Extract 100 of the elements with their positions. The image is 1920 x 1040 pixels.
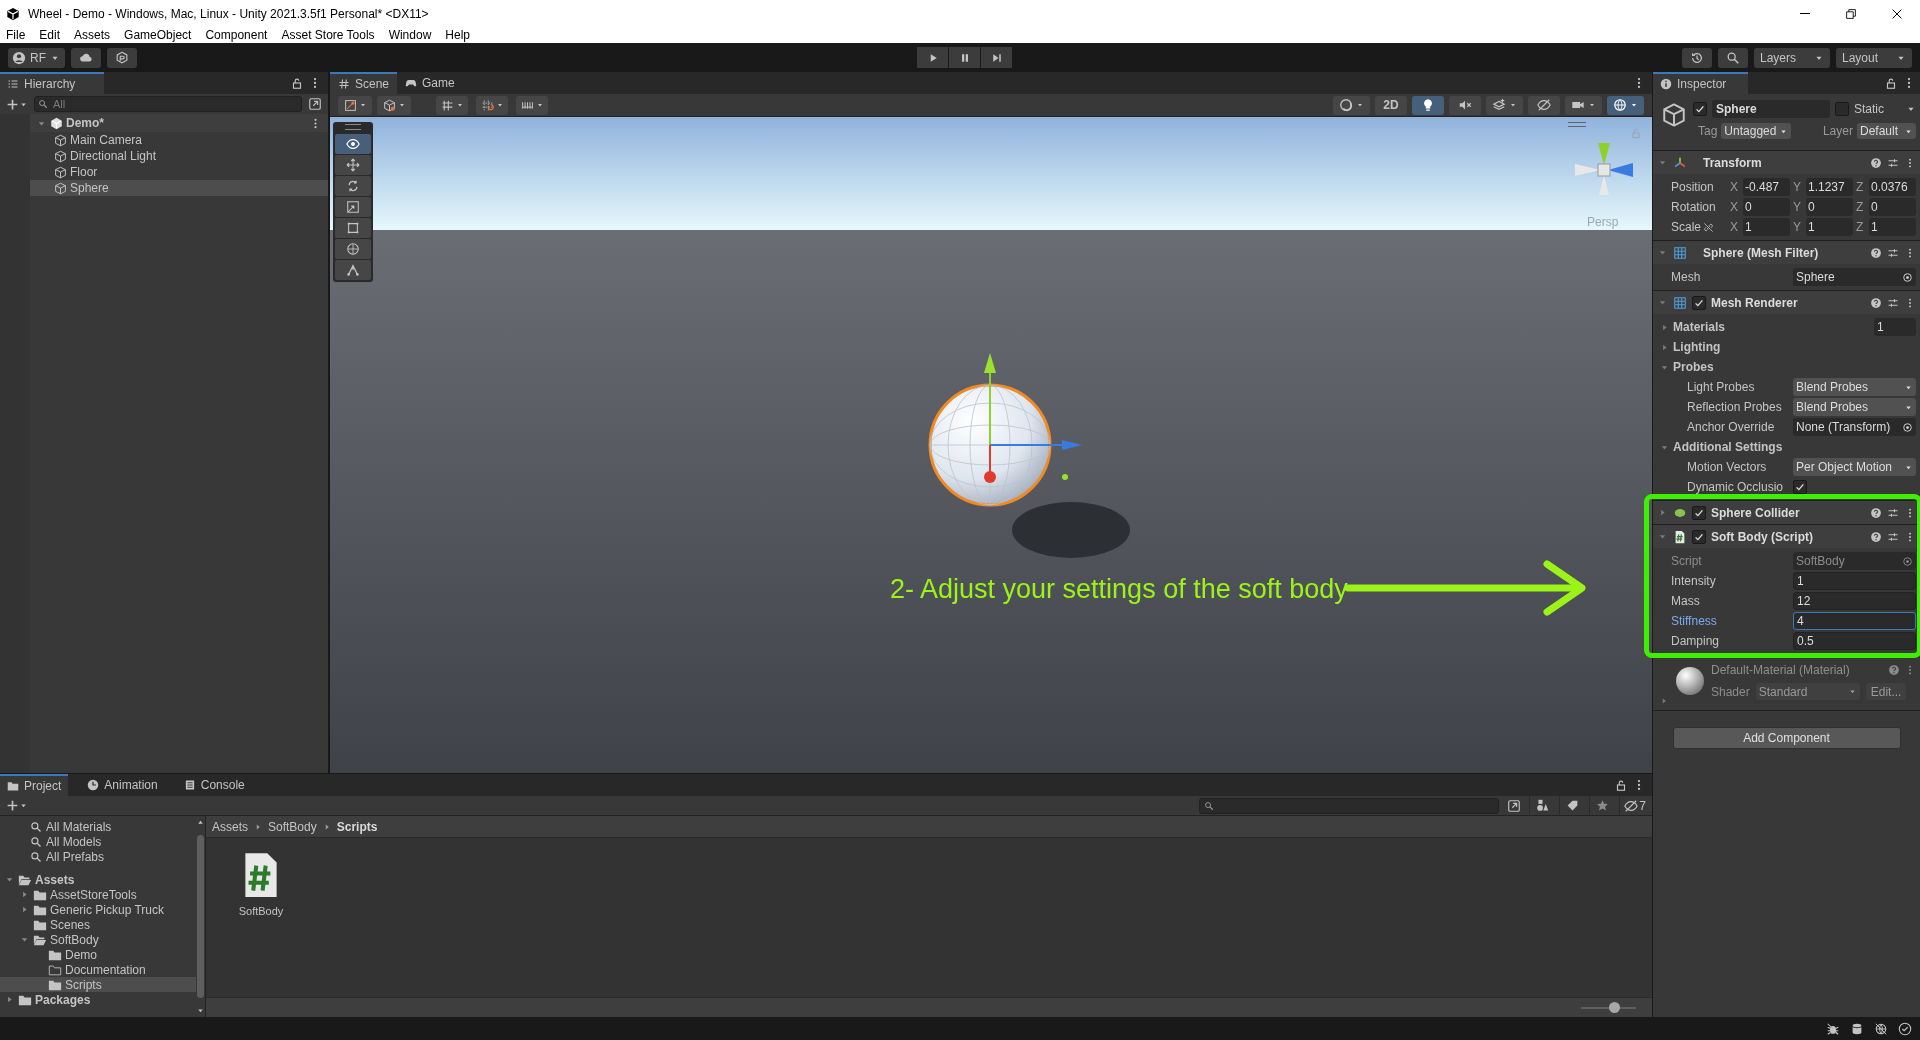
folder-item[interactable]: Packages	[0, 992, 196, 1007]
hierarchy-item[interactable]: Directional Light	[30, 148, 328, 164]
sliders-icon[interactable]	[1887, 506, 1899, 519]
help-icon[interactable]	[1870, 296, 1882, 309]
lock-icon[interactable]	[1884, 76, 1898, 90]
network-off-icon[interactable]	[1874, 1021, 1888, 1036]
lock-icon[interactable]	[290, 76, 304, 90]
2d-toggle-button[interactable]: 2D	[1375, 95, 1407, 115]
hidden-packages-button[interactable]: 7	[1619, 795, 1646, 816]
menu-item[interactable]: Edit	[39, 27, 61, 43]
layers-dropdown[interactable]: Layers	[1754, 47, 1830, 68]
input-field[interactable]: 1.1237	[1806, 178, 1853, 196]
input-field[interactable]: 1	[1806, 218, 1853, 236]
menu-item[interactable]: Window	[388, 27, 432, 43]
move-tool-button[interactable]	[335, 155, 371, 175]
breadcrumb-item[interactable]: Scripts	[336, 817, 378, 836]
grid-snapping-button[interactable]	[436, 95, 468, 115]
open-window-icon[interactable]	[1507, 798, 1522, 813]
input-field[interactable]: -0.487	[1743, 178, 1790, 196]
menu-item[interactable]: Asset Store Tools	[281, 27, 375, 43]
effects-toggle-button[interactable]	[1486, 95, 1523, 115]
tab[interactable]: Scene	[330, 72, 398, 94]
rotate-tool-button[interactable]	[335, 176, 371, 196]
input-field[interactable]: 1	[1874, 318, 1916, 336]
search-field[interactable]	[1199, 797, 1500, 814]
help-icon[interactable]	[1870, 530, 1882, 543]
name-field[interactable]: Sphere	[1712, 100, 1830, 118]
help-icon[interactable]	[1870, 506, 1882, 519]
input-field[interactable]: 1	[1793, 572, 1916, 590]
cloud-button[interactable]	[71, 47, 101, 68]
input-field[interactable]: 12	[1793, 592, 1916, 610]
foldout[interactable]: Additional Settings	[1659, 438, 1783, 456]
custom-tool-button[interactable]	[335, 260, 371, 280]
transform-tool-button[interactable]	[335, 239, 371, 259]
input-field[interactable]: 0.5	[1793, 632, 1916, 650]
asset-name[interactable]: SoftBody	[238, 903, 284, 920]
open-window-icon[interactable]	[308, 97, 322, 111]
checkbox[interactable]	[1835, 102, 1849, 116]
input-field[interactable]: 1	[1869, 218, 1916, 236]
account-dropdown[interactable]: RF	[8, 47, 65, 68]
rect-tool-button[interactable]	[335, 218, 371, 238]
hierarchy-item[interactable]: Main Camera	[30, 132, 328, 148]
collaborate-button[interactable]	[107, 47, 137, 68]
scroll-up-arrow-icon[interactable]	[196, 818, 205, 827]
debug-off-icon[interactable]	[1826, 1021, 1840, 1036]
check-circle-icon[interactable]	[1898, 1021, 1912, 1036]
view-tool-button[interactable]	[335, 134, 371, 154]
checkbox[interactable]	[1693, 102, 1707, 116]
pause-button[interactable]	[949, 47, 981, 68]
breadcrumb-item[interactable]: SoftBody	[268, 817, 317, 836]
foldout[interactable]: Materials	[1659, 318, 1779, 336]
pivot-mode-button[interactable]	[338, 95, 372, 115]
input-field[interactable]: 0.0376	[1869, 178, 1916, 196]
checkbox[interactable]	[1692, 295, 1706, 310]
sliders-icon[interactable]	[1887, 530, 1899, 543]
pivot-rotation-button[interactable]	[377, 95, 411, 115]
add-button[interactable]	[6, 97, 28, 111]
layout-dropdown[interactable]: Layout	[1836, 47, 1912, 68]
database-icon[interactable]	[1850, 1021, 1864, 1036]
scrollbar-thumb[interactable]	[197, 835, 204, 998]
component-header[interactable]: Sphere (Mesh Filter)	[1653, 240, 1920, 264]
folder-item[interactable]: Demo	[0, 947, 196, 962]
audio-toggle-button[interactable]	[1449, 95, 1481, 115]
sliders-icon[interactable]	[1887, 296, 1899, 309]
undo-history-button[interactable]	[1682, 47, 1712, 68]
hierarchy-tab[interactable]: Hierarchy	[0, 72, 104, 94]
help-icon[interactable]	[1870, 156, 1882, 169]
input-field[interactable]: 0	[1869, 198, 1916, 216]
sliders-icon[interactable]	[1887, 246, 1899, 259]
folder-item[interactable]: Generic Pickup Truck	[0, 902, 196, 917]
checkbox[interactable]	[1793, 480, 1807, 494]
folder-item[interactable]: Scripts	[0, 977, 196, 992]
gizmos-toggle-button[interactable]	[1607, 95, 1644, 115]
folder-item[interactable]: Documentation	[0, 962, 196, 977]
lock-icon[interactable]	[1614, 778, 1628, 792]
component-header[interactable]: Sphere Collider	[1653, 500, 1920, 524]
hierarchy-item[interactable]: Sphere	[30, 180, 328, 196]
input-field[interactable]: 0	[1806, 198, 1853, 216]
sliders-icon[interactable]	[1887, 156, 1899, 169]
menu-item[interactable]: Component	[205, 27, 268, 43]
add-button[interactable]	[6, 799, 28, 812]
scroll-down-arrow-icon[interactable]	[196, 1006, 205, 1015]
component-header[interactable]: Transform	[1653, 150, 1920, 174]
input-field[interactable]: 1	[1743, 218, 1790, 236]
dropdown[interactable]: Per Object Motion	[1793, 458, 1916, 476]
edit-button[interactable]: Edit...	[1865, 683, 1907, 700]
snap-settings-button[interactable]	[516, 95, 548, 115]
foldout[interactable]: Lighting	[1659, 338, 1721, 356]
hierarchy-item[interactable]: Floor	[30, 164, 328, 180]
breadcrumb-item[interactable]: Assets	[212, 817, 248, 836]
tab[interactable]: Project	[0, 774, 69, 796]
folder-item[interactable]: SoftBody	[0, 932, 196, 947]
shading-mode-button[interactable]	[1333, 95, 1370, 115]
shader-dropdown[interactable]: Standard	[1755, 683, 1860, 700]
unlinked-chain-icon[interactable]	[1703, 221, 1715, 233]
component-header[interactable]: Mesh Renderer	[1653, 290, 1920, 314]
menu-item[interactable]: GameObject	[124, 27, 192, 43]
folder-item[interactable]: Assets	[0, 872, 196, 887]
folder-item[interactable]: AssetStoreTools	[0, 887, 196, 902]
lighting-toggle-button[interactable]	[1412, 95, 1444, 115]
